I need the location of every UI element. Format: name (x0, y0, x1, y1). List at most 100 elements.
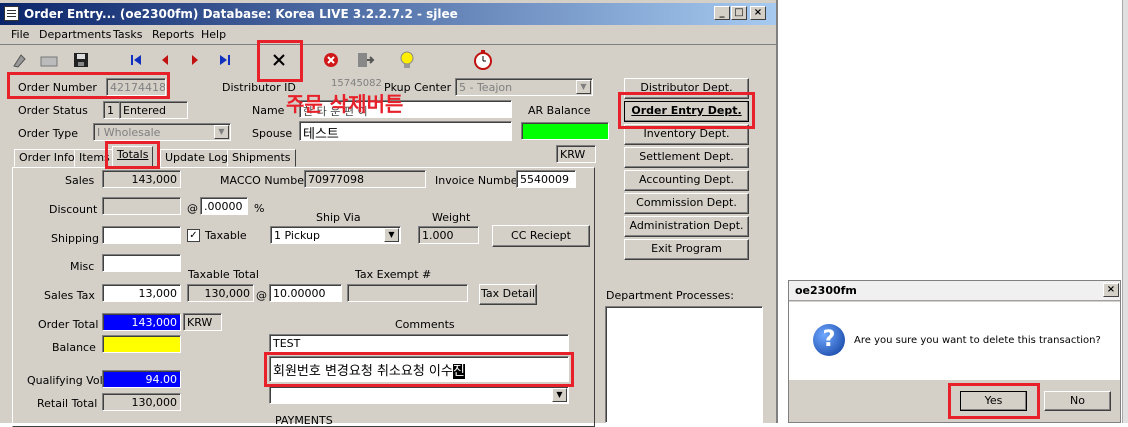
ar-balance-label: AR Balance (528, 104, 591, 117)
dropdown-arrow-icon[interactable]: ▼ (576, 80, 591, 94)
currency-display: KRW (556, 145, 596, 163)
right-edge-panel (1122, 0, 1128, 423)
comments-label: Comments (395, 318, 455, 331)
menu-tasks[interactable]: Tasks (113, 28, 142, 41)
order-number-label: Order Number (18, 81, 97, 94)
prev-record-button[interactable] (152, 48, 178, 72)
lightbulb-icon (400, 51, 414, 68)
tools-button[interactable] (8, 48, 34, 72)
distributor-id-label: Distributor ID (222, 81, 296, 94)
cc-receipt-button[interactable]: CC Reciept (492, 225, 590, 247)
close-button[interactable]: × (750, 6, 766, 20)
dialog-message: Are you sure you want to delete this tra… (854, 335, 1101, 346)
sales-field: 143,000 (102, 170, 181, 188)
distributor-dept-button[interactable]: Distributor Dept. (624, 78, 749, 99)
dept-processes-label: Department Processes: (606, 289, 734, 302)
no-button[interactable]: No (1044, 391, 1111, 411)
spouse-field[interactable]: 테스트 (299, 121, 512, 141)
maximize-button[interactable]: □ (731, 6, 747, 20)
weight-field: 1.000 (418, 226, 479, 244)
shipping-field[interactable] (102, 226, 181, 244)
next-record-button[interactable] (182, 48, 208, 72)
macco-label: MACCO Number (220, 174, 309, 187)
order-total-label: Order Total (38, 318, 99, 331)
dept-processes-list[interactable] (605, 306, 763, 423)
menu-reports[interactable]: Reports (152, 28, 194, 41)
taxable-checkbox[interactable]: ✓ (187, 229, 200, 242)
discount-percent-sign: % (254, 202, 265, 215)
weight-label: Weight (432, 211, 471, 224)
comment-text: 회원번호 변경요청 취소요청 이수 (273, 364, 453, 379)
sales-label: Sales (65, 174, 95, 187)
delete-order-button[interactable] (266, 48, 292, 72)
tax-exempt-label: Tax Exempt # (355, 268, 432, 281)
dropdown-arrow-icon[interactable]: ▼ (552, 388, 567, 402)
order-type-select[interactable]: I Wholesale ▼ (93, 123, 231, 141)
vertical-scrollbar[interactable] (768, 45, 776, 423)
exit-program-button[interactable]: Exit Program (624, 239, 749, 260)
settlement-dept-button[interactable]: Settlement Dept. (624, 147, 749, 168)
folder-icon (40, 56, 58, 67)
order-entry-window: Order Entry... (oe2300fm) Database: Kore… (0, 0, 778, 427)
inventory-dept-button[interactable]: Inventory Dept. (624, 124, 749, 145)
last-record-button[interactable] (212, 48, 238, 72)
commission-dept-button[interactable]: Commission Dept. (624, 193, 749, 214)
taxable-label: Taxable (205, 229, 247, 242)
dropdown-arrow-icon[interactable]: ▼ (384, 228, 399, 242)
comment-line-2[interactable]: 회원번호 변경요청 취소요청 이수진 (269, 356, 569, 382)
comment-line-1[interactable]: TEST (269, 334, 569, 352)
menu-help[interactable]: Help (201, 28, 226, 41)
order-total-currency: KRW (183, 313, 222, 331)
yes-button[interactable]: Yes (960, 391, 1027, 411)
sales-tax-field[interactable]: 13,000 (102, 284, 181, 302)
ar-balance-field (521, 122, 609, 140)
cancel-button[interactable] (318, 48, 344, 72)
order-entry-dept-button[interactable]: Order Entry Dept. (624, 101, 749, 122)
delete-button-annotation: 주문 삭제버튼 (286, 92, 404, 116)
window-title: Order Entry... (oe2300fm) Database: Kore… (24, 7, 458, 21)
menu-departments[interactable]: Departments (39, 28, 111, 41)
discount-field (102, 197, 181, 215)
ship-via-select[interactable]: 1 Pickup ▼ (270, 226, 401, 244)
order-type-value: I Wholesale (97, 126, 161, 139)
discount-percent-field[interactable]: .00000 (200, 197, 248, 215)
balance-field (102, 335, 181, 353)
order-type-label: Order Type (18, 127, 79, 140)
tab-items[interactable]: Items (74, 149, 115, 167)
invoice-field[interactable]: 5540009 (516, 170, 576, 188)
tab-update-log[interactable]: Update Log (160, 149, 233, 167)
tab-order-info[interactable]: Order Info (14, 149, 80, 167)
help-button[interactable] (394, 48, 420, 72)
spouse-label: Spouse (252, 127, 293, 140)
exit-door-button[interactable] (352, 48, 378, 72)
next-icon (192, 55, 198, 65)
stopwatch-icon (474, 50, 492, 70)
misc-field[interactable] (102, 254, 181, 272)
order-status-label: Order Status (18, 104, 88, 117)
menu-file[interactable]: File (11, 28, 29, 41)
first-record-button[interactable] (123, 48, 149, 72)
dropdown-arrow-icon[interactable]: ▼ (214, 125, 229, 139)
open-button[interactable] (36, 48, 62, 72)
qualifying-vol-label: Qualifying Vol (27, 374, 103, 387)
minimize-button[interactable]: _ (714, 6, 730, 20)
timer-button[interactable] (470, 48, 496, 72)
dialog-title: oe2300fm (795, 284, 857, 297)
tax-detail-button[interactable]: Tax Detail (479, 284, 537, 305)
discount-label: Discount (49, 203, 98, 216)
tax-rate-field[interactable]: 10.00000 (269, 284, 342, 302)
retail-total-field: 130,000 (102, 393, 181, 411)
title-bar: Order Entry... (oe2300fm) Database: Kore… (0, 3, 776, 25)
tab-shipments[interactable]: Shipments (227, 149, 296, 167)
comment-cursor-char: 진 (452, 364, 465, 379)
cancel-circle-icon (324, 53, 338, 67)
pickup-center-select[interactable]: 5 - Teajon ▼ (455, 78, 593, 96)
administration-dept-button[interactable]: Administration Dept. (624, 216, 749, 237)
name-label: Name (252, 104, 285, 117)
accounting-dept-button[interactable]: Accounting Dept. (624, 170, 749, 191)
save-button[interactable] (68, 48, 94, 72)
comment-line-3[interactable]: ▼ (269, 386, 569, 404)
dialog-close-button[interactable]: × (1103, 283, 1119, 297)
prev-icon (162, 55, 168, 65)
tab-totals[interactable]: Totals (112, 146, 154, 168)
